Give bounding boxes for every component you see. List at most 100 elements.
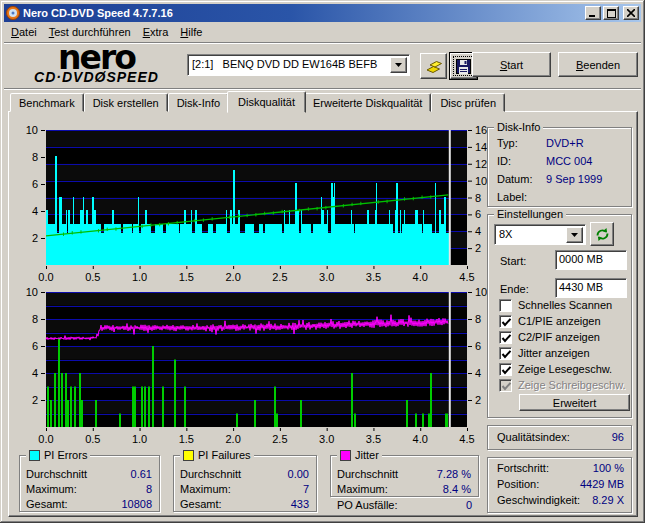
checkbox-label: Zeige Schreibgeschw. (518, 379, 626, 391)
speed-select-arrow[interactable] (566, 227, 583, 243)
tab-diskqualitaet[interactable]: Diskqualität (227, 91, 306, 113)
svg-text:6: 6 (32, 178, 38, 190)
chevron-down-icon (571, 233, 578, 237)
svg-text:6: 6 (475, 340, 481, 352)
pi-failures-avg-value: 0.00 (288, 468, 309, 480)
window-title: Nero CD-DVD Speed 4.7.7.16 (23, 7, 583, 19)
start-button[interactable]: Start (472, 52, 551, 77)
refresh-icon (595, 227, 610, 242)
svg-text:6: 6 (32, 340, 38, 352)
checkbox-jitter[interactable]: Jitter anzeigen (499, 346, 590, 360)
disk-type-value: DVD+R (546, 137, 584, 149)
drive-select-arrow[interactable] (390, 57, 407, 73)
progress-group: Fortschritt:100 % Position:4429 MB Gesch… (487, 457, 632, 513)
svg-text:2.5: 2.5 (272, 433, 287, 445)
checkbox-box (499, 347, 512, 360)
svg-text:1.5: 1.5 (179, 271, 194, 283)
disk-id-value: MCC 004 (546, 155, 592, 167)
svg-text:3.0: 3.0 (319, 433, 334, 445)
tab-disk-info[interactable]: Disk-Info (168, 93, 229, 112)
scan-start-field[interactable]: 0000 MB (555, 250, 627, 270)
app-window: Nero CD-DVD Speed 4.7.7.16 Datei Test du… (0, 0, 645, 523)
pi-errors-group: PI Errors Durchschnitt0.61 Maximum:8 Ges… (19, 455, 160, 512)
tab-disk-erstellen[interactable]: Disk erstellen (84, 93, 168, 112)
title-bar: Nero CD-DVD Speed 4.7.7.16 (4, 4, 641, 22)
refresh-button[interactable] (590, 222, 614, 246)
svg-text:8: 8 (475, 192, 481, 204)
tab-bar: Benchmark Disk erstellen Disk-Info Diskq… (10, 90, 505, 112)
pi-failures-total-value: 433 (291, 498, 309, 510)
svg-text:12: 12 (475, 158, 487, 170)
settings-group: Einstellungen 8X Start: 0000 MB Ende: 44… (487, 214, 632, 418)
eject-icon (425, 57, 443, 75)
checkbox-zeige-lesegeschw[interactable]: Zeige Lesegeschw. (499, 362, 612, 376)
quality-index-label: Qualitätsindex: (497, 431, 570, 443)
app-icon[interactable] (6, 6, 20, 20)
speed-select[interactable]: 8X (494, 224, 586, 245)
disk-type-label: Typ: (497, 137, 518, 149)
svg-text:0.0: 0.0 (38, 271, 53, 283)
position-label: Position: (497, 478, 539, 490)
svg-text:1.0: 1.0 (132, 271, 147, 283)
tab-disc-pruefen[interactable]: Disc prüfen (431, 93, 505, 112)
maximize-button[interactable] (603, 6, 619, 20)
pi-failures-avg-label: Durchschnitt (180, 468, 241, 480)
svg-text:4.5: 4.5 (459, 271, 474, 283)
svg-text:2.0: 2.0 (225, 271, 240, 283)
checkbox-c2-pif[interactable]: C2/PIF anzeigen (499, 330, 600, 344)
disk-id-label: ID: (497, 155, 511, 167)
jitter-group: Jitter Durchschnitt7.28 % Maximum:8.4 % (330, 455, 479, 497)
cdspeed-logo-text: CD·DVDØSPEED (14, 71, 179, 84)
pi-failures-total-label: Gesamt: (180, 498, 222, 510)
svg-text:2: 2 (475, 394, 481, 406)
speed-select-value: 8X (499, 228, 512, 240)
svg-text:0.5: 0.5 (85, 271, 100, 283)
svg-text:2: 2 (475, 242, 481, 254)
checkbox-schnelles-scannen[interactable]: Schnelles Scannen (499, 298, 612, 312)
quality-index-group: Qualitätsindex:96 (487, 425, 632, 450)
drive-select[interactable]: [2:1] BENQ DVD DD EW164B BEFB (187, 54, 410, 76)
svg-text:8: 8 (475, 313, 481, 325)
menu-hilfe[interactable]: Hilfe (174, 24, 208, 40)
checkbox-zeige-schreibgeschw[interactable]: Zeige Schreibgeschw. (499, 378, 626, 392)
eject-button[interactable] (420, 53, 447, 79)
svg-text:4: 4 (475, 225, 481, 237)
pi-errors-total-value: 10808 (121, 498, 152, 510)
progress-label: Fortschritt: (497, 462, 549, 474)
checkbox-box (499, 331, 512, 344)
minimize-button[interactable] (585, 6, 601, 20)
scan-end-value: 4430 MB (559, 281, 603, 293)
quit-button[interactable]: Beenden (558, 52, 638, 77)
disk-date-value: 9 Sep 1999 (546, 173, 602, 185)
tab-benchmark[interactable]: Benchmark (10, 93, 84, 112)
scan-end-field[interactable]: 4430 MB (555, 278, 627, 298)
pi-failures-swatch (183, 450, 194, 461)
svg-text:8: 8 (32, 151, 38, 163)
svg-text:10: 10 (26, 124, 38, 136)
maximize-icon (607, 9, 616, 18)
svg-text:10: 10 (475, 286, 487, 298)
pi-errors-swatch (29, 450, 40, 461)
svg-text:3.5: 3.5 (366, 433, 381, 445)
checkbox-c1-pie[interactable]: C1/PIE anzeigen (499, 314, 601, 328)
jitter-swatch (340, 450, 351, 461)
svg-text:2.5: 2.5 (272, 271, 287, 283)
jitter-avg-value: 7.28 % (437, 468, 471, 480)
svg-text:6: 6 (475, 208, 481, 220)
svg-text:14: 14 (475, 141, 487, 153)
tab-erweiterte-diskqualitaet[interactable]: Erweiterte Diskqualität (304, 93, 431, 112)
checkbox-box (499, 315, 512, 328)
pi-failures-group: PI Failures Durchschnitt0.00 Maximum:7 G… (173, 455, 317, 512)
checkbox-label: Jitter anzeigen (518, 347, 590, 359)
close-button[interactable] (623, 6, 639, 20)
svg-text:2.0: 2.0 (225, 433, 240, 445)
menu-datei[interactable]: Datei (5, 24, 43, 40)
svg-text:4.0: 4.0 (413, 271, 428, 283)
menu-extra[interactable]: Extra (137, 24, 175, 40)
advanced-button[interactable]: Erweitert (519, 394, 630, 411)
checkbox-box (499, 363, 512, 376)
svg-text:1.5: 1.5 (179, 433, 194, 445)
pi-failures-title: PI Failures (180, 449, 254, 462)
svg-text:4: 4 (32, 367, 38, 379)
svg-text:2: 2 (32, 232, 38, 244)
